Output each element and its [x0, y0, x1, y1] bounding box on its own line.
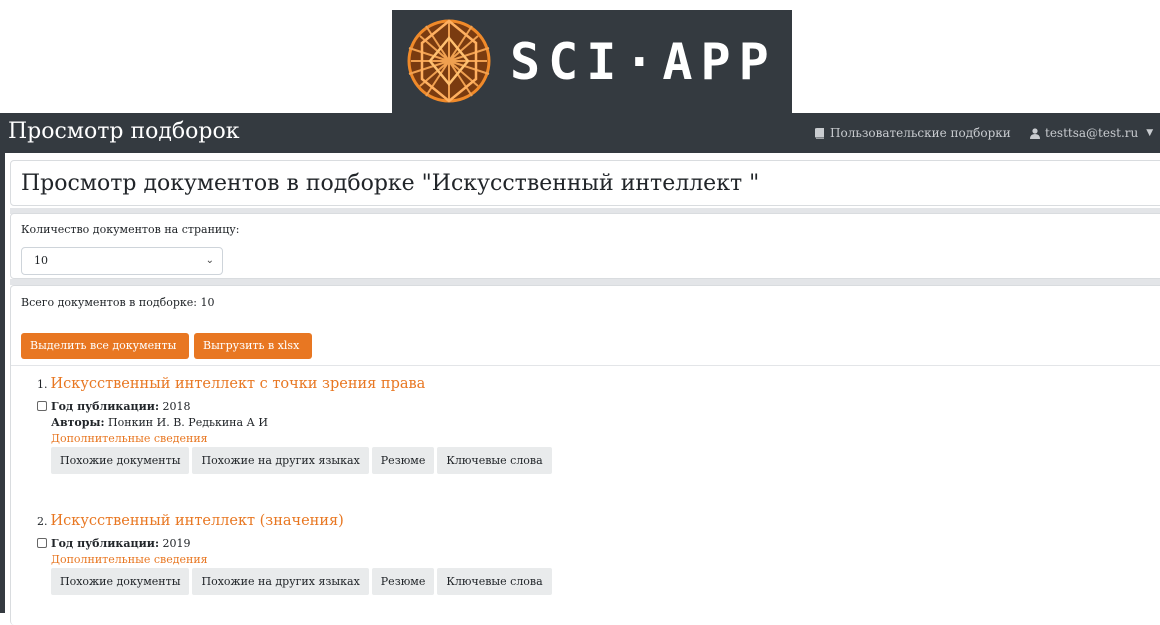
navbar-brand[interactable]: Просмотр подборок [8, 117, 239, 147]
user-icon [1030, 127, 1040, 139]
per-page-card: Количество документов на страницу: 10 ⌄ [10, 213, 1160, 279]
document-year: 2018 [162, 400, 191, 413]
navbar: Просмотр подборок Пользовательские подбо… [0, 113, 1160, 153]
per-page-selected: 10 [34, 254, 48, 267]
year-label: Год публикации: [51, 400, 160, 413]
more-info-link[interactable]: Дополнительные сведения [37, 431, 1137, 446]
globe-logo-icon [407, 19, 491, 103]
logo-band: SCI·APP [0, 0, 1160, 113]
per-page-select[interactable]: 10 ⌄ [21, 247, 223, 275]
document-number: 2. [37, 515, 48, 528]
caret-down-icon: ▼ [1146, 128, 1154, 138]
logo[interactable]: SCI·APP [392, 10, 792, 113]
left-border [0, 153, 5, 613]
year-label: Год публикации: [51, 537, 160, 550]
document-title-link[interactable]: Искусственный интеллект с точки зрения п… [51, 376, 426, 392]
similar-other-languages-button[interactable]: Похожие на других языках [192, 447, 369, 474]
document-checkbox[interactable] [37, 401, 47, 411]
nav-user-collections-label: Пользовательские подборки [830, 126, 1011, 140]
summary-button[interactable]: Резюме [371, 568, 435, 595]
document-checkbox[interactable] [37, 538, 47, 548]
book-icon [815, 127, 824, 139]
document-item: 2. Искусственный интеллект (значения) Год… [37, 511, 1137, 595]
summary-button[interactable]: Резюме [371, 447, 435, 474]
per-page-label: Количество документов на страницу: [21, 223, 240, 236]
documents-card: Всего документов в подборке: 10 Выделить… [10, 285, 1160, 625]
chevron-down-icon: ⌄ [205, 255, 214, 266]
export-xlsx-button[interactable]: Выгрузить в xlsx [194, 333, 312, 359]
more-info-link[interactable]: Дополнительные сведения [37, 552, 1137, 567]
document-number: 1. [37, 378, 48, 391]
document-title-link[interactable]: Искусственный интеллект (значения) [51, 513, 344, 529]
nav-user-collections[interactable]: Пользовательские подборки [815, 125, 1011, 141]
document-authors: Понкин И. В. Редькина А И [108, 416, 268, 429]
keywords-button[interactable]: Ключевые слова [437, 568, 552, 595]
document-item: 1. Искусственный интеллект с точки зрения… [37, 374, 1137, 474]
similar-documents-button[interactable]: Похожие документы [51, 568, 190, 595]
authors-label: Авторы: [51, 416, 105, 429]
nav-user-menu[interactable]: testtsa@test.ru ▼ [1030, 125, 1153, 141]
page-title-card: Просмотр документов в подборке "Искусств… [10, 160, 1160, 206]
similar-documents-button[interactable]: Похожие документы [51, 447, 190, 474]
nav-user-email: testtsa@test.ru [1045, 126, 1139, 140]
keywords-button[interactable]: Ключевые слова [437, 447, 552, 474]
document-year: 2019 [162, 537, 191, 550]
select-all-button[interactable]: Выделить все документы [21, 333, 189, 359]
logo-text: SCI·APP [510, 33, 777, 91]
page-title: Просмотр документов в подборке "Искусств… [21, 171, 760, 196]
total-documents: Всего документов в подборке: 10 [21, 296, 215, 309]
list-divider [11, 365, 1160, 366]
similar-other-languages-button[interactable]: Похожие на других языках [192, 568, 369, 595]
